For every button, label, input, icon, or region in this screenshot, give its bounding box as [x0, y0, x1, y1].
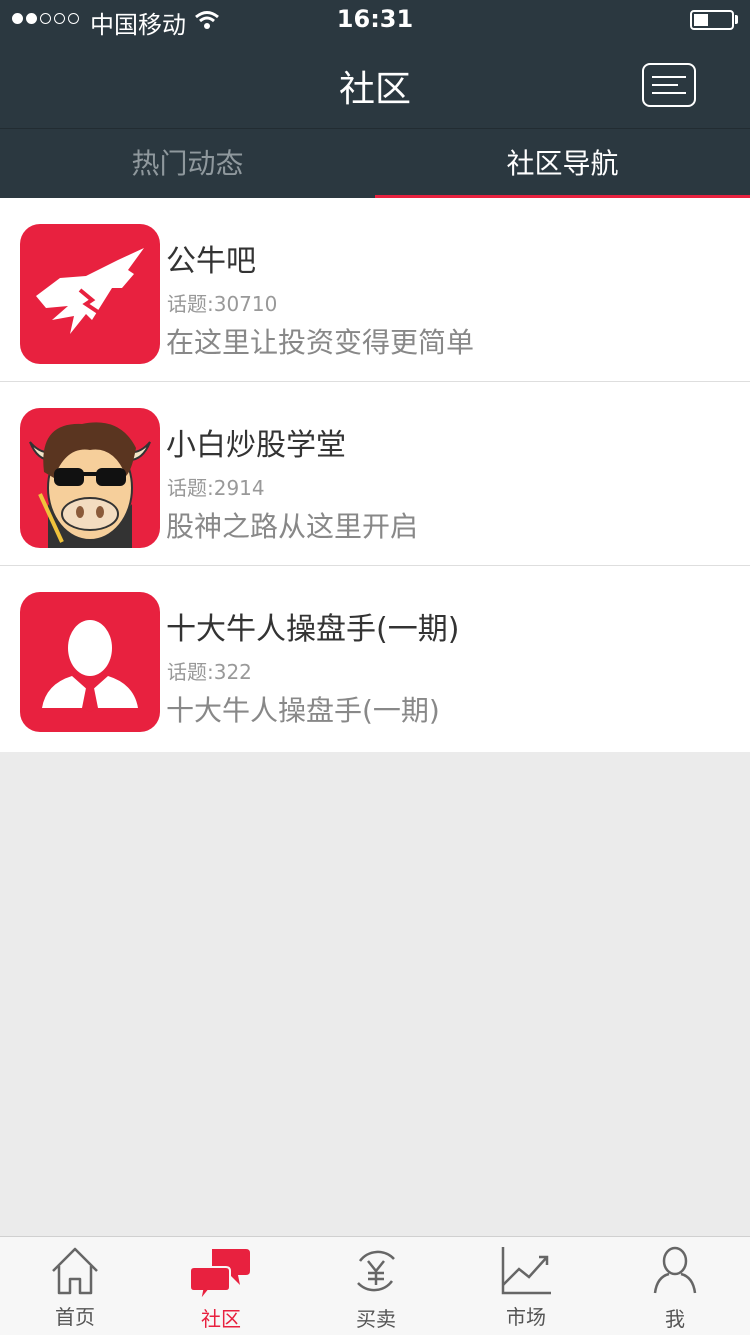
- nav-label: 买卖: [356, 1307, 396, 1331]
- person-silhouette-icon: [20, 592, 160, 732]
- bottom-navigation: 首页 社区 买卖 市场 我: [0, 1236, 750, 1335]
- menu-line-icon: [652, 76, 686, 78]
- nav-label: 社区: [201, 1307, 241, 1331]
- cartoon-bull-teacher-icon: [20, 408, 160, 548]
- topic-count: 话题:322: [167, 660, 252, 684]
- community-name: 十大牛人操盘手(一期): [166, 612, 460, 647]
- nav-home[interactable]: 首页: [0, 1237, 150, 1335]
- yuan-exchange-icon: [357, 1250, 395, 1292]
- user-icon: [653, 1246, 697, 1294]
- topic-count: 话题:2914: [167, 476, 265, 500]
- community-name: 公牛吧: [166, 244, 256, 279]
- community-description: 股神之路从这里开启: [166, 510, 419, 543]
- menu-line-icon: [652, 84, 678, 86]
- nav-market[interactable]: 市场: [451, 1237, 601, 1335]
- chart-icon: [501, 1247, 551, 1295]
- community-list: 公牛吧 话题:30710 在这里让投资变得更简单 小白炒股学堂 话题:2914 …: [0, 198, 750, 752]
- status-time: 16:31: [336, 5, 414, 33]
- battery-icon: [690, 10, 734, 30]
- status-bar: 中国移动 16:31: [0, 0, 750, 40]
- app-header: 中国移动 16:31 社区 热门动态 社区导航: [0, 0, 750, 199]
- list-item[interactable]: 小白炒股学堂 话题:2914 股神之路从这里开启: [0, 382, 750, 566]
- tab-community-nav[interactable]: 社区导航: [375, 129, 750, 199]
- menu-line-icon: [652, 92, 686, 94]
- home-icon: [52, 1247, 98, 1295]
- nav-label: 市场: [506, 1305, 546, 1329]
- tab-bar: 热门动态 社区导航: [0, 128, 750, 199]
- community-name: 小白炒股学堂: [166, 428, 346, 463]
- nav-trade[interactable]: 买卖: [301, 1237, 451, 1335]
- list-item[interactable]: 十大牛人操盘手(一期) 话题:322 十大牛人操盘手(一期): [0, 566, 750, 752]
- nav-community[interactable]: 社区: [146, 1237, 296, 1335]
- tab-hot-updates[interactable]: 热门动态: [0, 129, 375, 199]
- nav-label: 我: [665, 1307, 685, 1331]
- page-title: 社区: [338, 69, 411, 110]
- menu-button[interactable]: [642, 63, 696, 107]
- nav-me[interactable]: 我: [600, 1237, 750, 1335]
- chat-bubbles-icon: [190, 1249, 250, 1301]
- list-item[interactable]: 公牛吧 话题:30710 在这里让投资变得更简单: [0, 198, 750, 382]
- battery-cap: [735, 15, 738, 24]
- community-description: 十大牛人操盘手(一期): [166, 694, 440, 727]
- community-description: 在这里让投资变得更简单: [166, 326, 475, 359]
- nav-label: 首页: [55, 1305, 95, 1329]
- topic-count: 话题:30710: [167, 292, 278, 316]
- bull-logo-icon: [20, 224, 160, 364]
